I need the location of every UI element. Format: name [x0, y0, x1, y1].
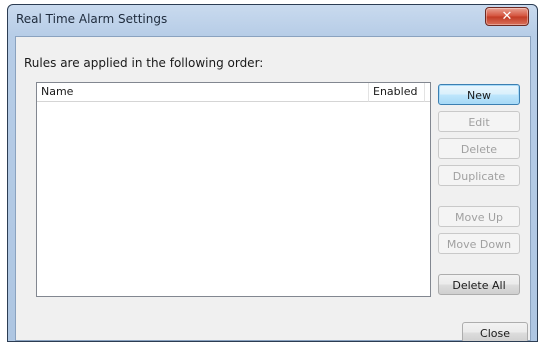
delete-button[interactable]: Delete [438, 138, 520, 159]
delete-all-button[interactable]: Delete All [438, 274, 520, 295]
column-header-enabled[interactable]: Enabled [369, 83, 425, 102]
column-header-filler [425, 83, 430, 102]
move-up-button[interactable]: Move Up [438, 206, 520, 227]
edit-button[interactable]: Edit [438, 111, 520, 132]
close-button[interactable]: Close [462, 322, 528, 341]
move-down-button[interactable]: Move Down [438, 233, 520, 254]
close-icon: ✕ [501, 9, 513, 24]
window-title: Real Time Alarm Settings [16, 12, 168, 26]
dialog-body: Rules are applied in the following order… [15, 36, 531, 341]
title-bar: Real Time Alarm Settings ✕ [8, 5, 537, 35]
rules-order-label: Rules are applied in the following order… [24, 56, 264, 70]
rules-list[interactable]: Name Enabled [36, 82, 431, 297]
column-header-name[interactable]: Name [37, 83, 369, 102]
new-button[interactable]: New [438, 84, 520, 105]
duplicate-button[interactable]: Duplicate [438, 165, 520, 186]
close-window-button[interactable]: ✕ [485, 7, 529, 26]
dialog-window: Real Time Alarm Settings ✕ Rules are app… [7, 4, 538, 342]
